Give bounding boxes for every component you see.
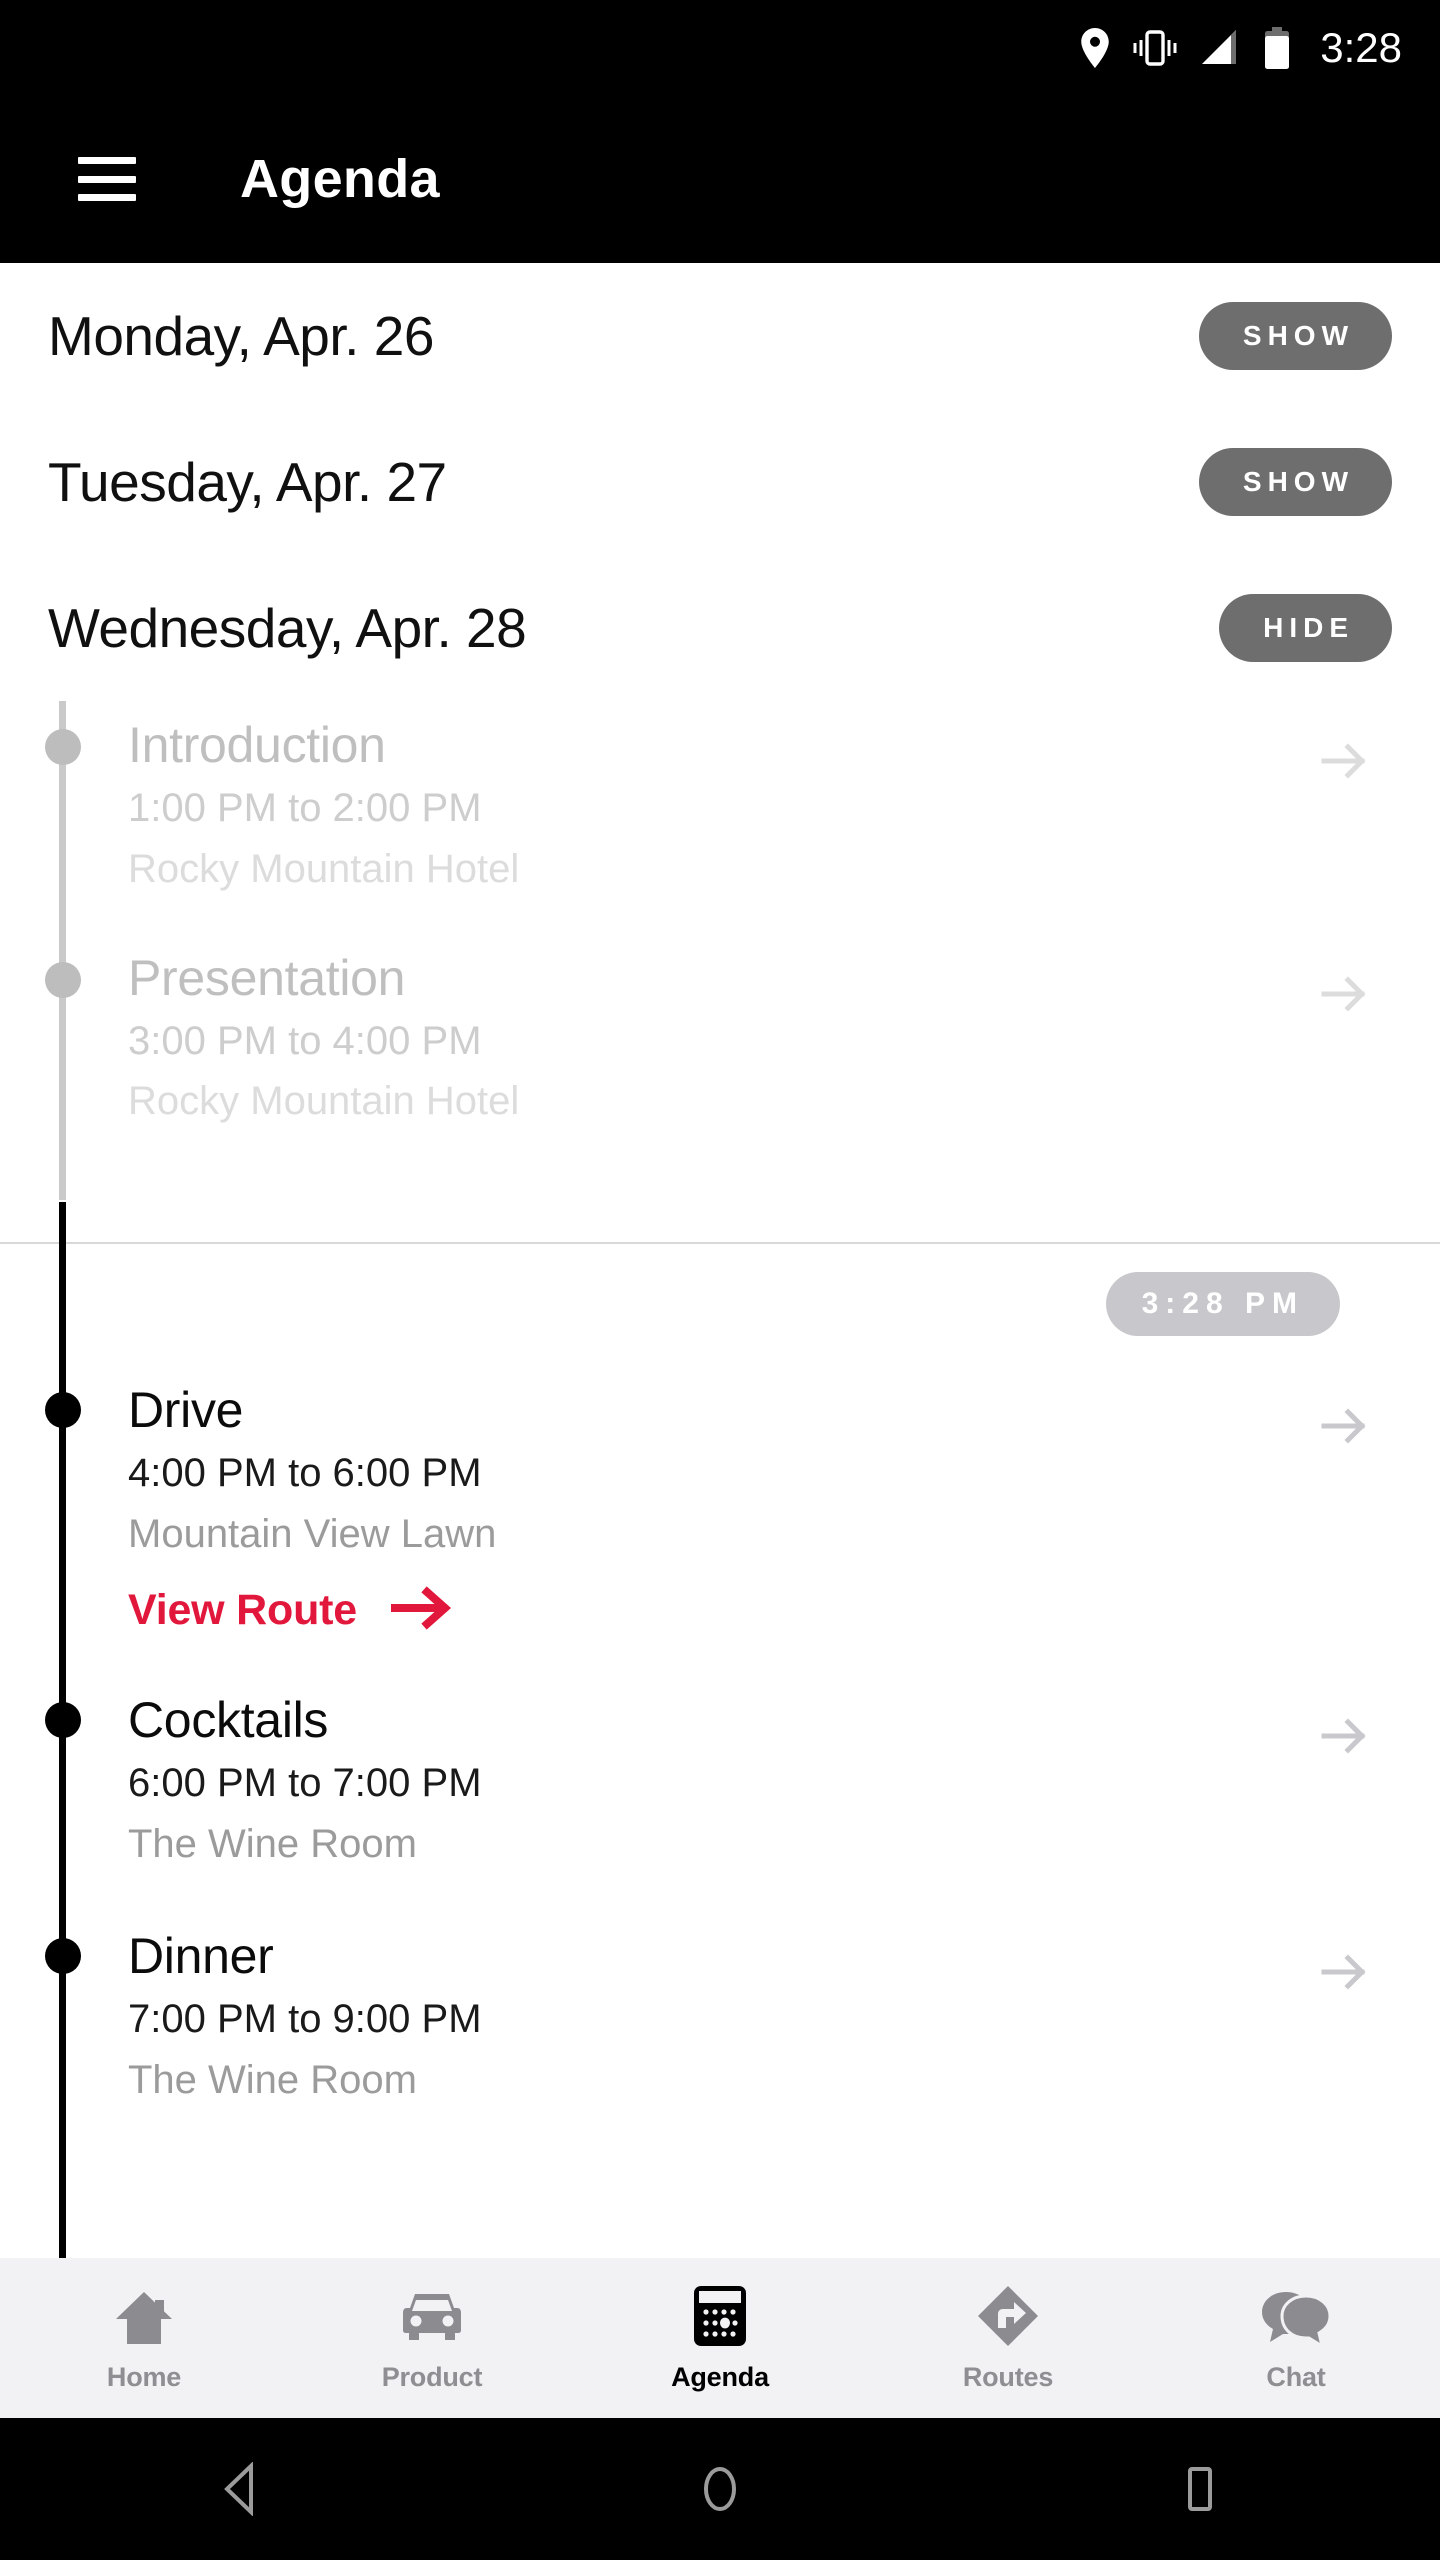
timeline-past-section: Introduction 1:00 PM to 2:00 PM Rocky Mo… — [0, 701, 1440, 1201]
signal-icon — [1200, 28, 1242, 68]
car-icon — [397, 2284, 467, 2348]
hamburger-menu-icon[interactable] — [78, 157, 136, 201]
tab-home[interactable]: Home — [0, 2258, 288, 2418]
tab-chat[interactable]: Chat — [1152, 2258, 1440, 2418]
event-time: 6:00 PM to 7:00 PM — [128, 1760, 482, 1805]
tab-product[interactable]: Product — [288, 2258, 576, 2418]
tab-label: Chat — [1266, 2361, 1326, 2392]
timeline-dot — [45, 1938, 81, 1975]
phone-screen: 3:28 Agenda Monday, Apr. 26 SHOW Tuesday… — [0, 0, 1440, 2560]
tab-routes[interactable]: Routes — [864, 2258, 1152, 2418]
event-title: Presentation — [128, 949, 406, 1006]
view-route-label: View Route — [128, 1585, 357, 1634]
day-toggle-tuesday[interactable]: SHOW — [1198, 448, 1392, 516]
event-location: The Wine Room — [128, 2058, 417, 2103]
status-bar: 3:28 — [0, 0, 1440, 95]
event-title: Cocktails — [128, 1691, 329, 1748]
timeline-dot — [45, 961, 81, 998]
day-header-tuesday[interactable]: Tuesday, Apr. 27 SHOW — [0, 409, 1440, 555]
view-route-link[interactable]: View Route — [128, 1585, 453, 1636]
app-bar: Agenda — [0, 95, 1440, 263]
event-item[interactable]: Drive 4:00 PM to 6:00 PM Mountain View L… — [0, 1382, 1440, 1636]
event-time: 7:00 PM to 9:00 PM — [128, 1997, 482, 2042]
tab-label: Home — [106, 2361, 182, 2392]
battery-icon — [1264, 26, 1290, 69]
event-time: 1:00 PM to 2:00 PM — [128, 786, 482, 830]
event-item[interactable]: Presentation 3:00 PM to 4:00 PM Rocky Mo… — [0, 950, 1440, 1131]
event-location: The Wine Room — [128, 1821, 417, 1866]
chevron-right-icon[interactable] — [1318, 968, 1370, 1020]
location-pin-icon — [1080, 27, 1110, 68]
bottom-tab-bar: Home Product Agenda Routes Chat — [0, 2258, 1440, 2418]
arrow-right-icon — [388, 1585, 453, 1636]
recents-square-icon[interactable] — [1140, 2418, 1260, 2560]
day-header-monday[interactable]: Monday, Apr. 26 SHOW — [0, 263, 1440, 409]
vibrate-icon — [1132, 28, 1178, 68]
chat-bubbles-icon — [1260, 2284, 1332, 2348]
chevron-right-icon[interactable] — [1318, 1710, 1370, 1762]
event-item[interactable]: Cocktails 6:00 PM to 7:00 PM The Wine Ro… — [0, 1692, 1440, 1873]
event-location: Rocky Mountain Hotel — [128, 1079, 520, 1124]
event-title: Drive — [128, 1382, 244, 1439]
chevron-right-icon[interactable] — [1318, 1946, 1370, 1998]
status-bar-clock: 3:28 — [1320, 23, 1402, 71]
page-title: Agenda — [240, 149, 440, 209]
current-time-divider — [0, 1242, 1440, 1245]
event-title: Introduction — [128, 717, 386, 773]
chevron-right-icon[interactable] — [1318, 1400, 1370, 1452]
chevron-right-icon[interactable] — [1318, 735, 1370, 787]
home-circle-icon[interactable] — [660, 2418, 780, 2560]
tab-label: Agenda — [671, 2361, 769, 2392]
event-item[interactable]: Introduction 1:00 PM to 2:00 PM Rocky Mo… — [0, 717, 1440, 898]
event-time: 3:00 PM to 4:00 PM — [128, 1018, 482, 1063]
day-label: Tuesday, Apr. 27 — [48, 451, 447, 513]
home-icon — [112, 2284, 176, 2348]
event-time: 4:00 PM to 6:00 PM — [128, 1451, 482, 1496]
route-sign-icon — [976, 2284, 1040, 2348]
event-title: Dinner — [128, 1928, 274, 1985]
tab-agenda[interactable]: Agenda — [576, 2258, 864, 2418]
tab-label: Routes — [962, 2361, 1054, 2392]
timeline-dot — [45, 1392, 81, 1429]
event-item[interactable]: Dinner 7:00 PM to 9:00 PM The Wine Room — [0, 1928, 1440, 2109]
tab-label: Product — [381, 2361, 483, 2392]
calendar-icon — [690, 2284, 750, 2348]
back-triangle-icon[interactable] — [180, 2418, 300, 2560]
timeline-active-section: Drive 4:00 PM to 6:00 PM Mountain View L… — [0, 1202, 1440, 2258]
agenda-scroll-area[interactable]: Monday, Apr. 26 SHOW Tuesday, Apr. 27 SH… — [0, 263, 1440, 2258]
event-location: Rocky Mountain Hotel — [128, 846, 520, 891]
day-label: Monday, Apr. 26 — [48, 305, 434, 367]
day-toggle-monday[interactable]: SHOW — [1198, 302, 1392, 370]
day-toggle-wednesday[interactable]: HIDE — [1219, 594, 1392, 662]
timeline-dot — [45, 1701, 81, 1738]
day-header-wednesday[interactable]: Wednesday, Apr. 28 HIDE — [0, 555, 1440, 701]
event-location: Mountain View Lawn — [128, 1511, 497, 1556]
day-label: Wednesday, Apr. 28 — [48, 597, 527, 659]
android-nav-bar — [0, 2418, 1440, 2560]
timeline-dot — [45, 729, 81, 765]
